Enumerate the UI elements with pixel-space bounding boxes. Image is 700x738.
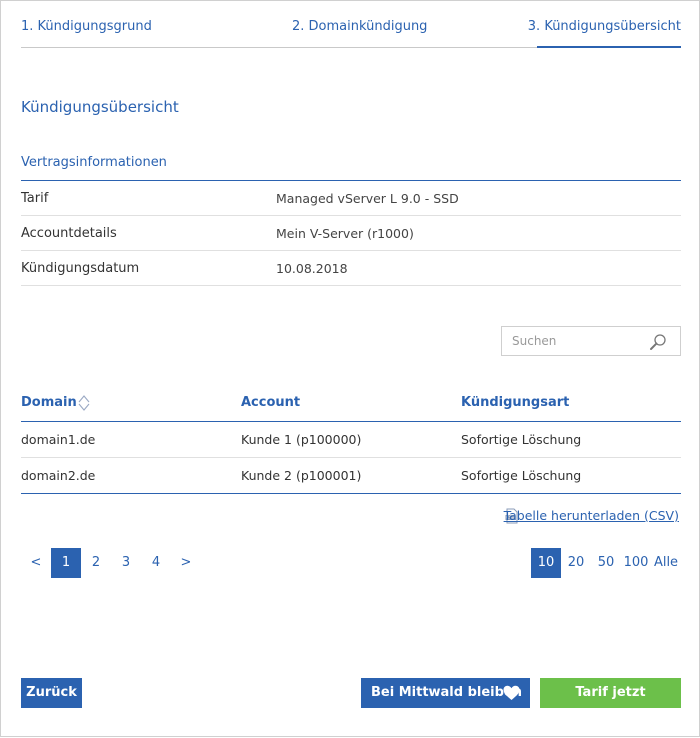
cancellation-panel: 1. Kündigungsgrund 2. Domainkündigung 3.…	[0, 0, 700, 737]
pagination-page-1[interactable]: 1	[51, 548, 81, 578]
contract-info-table: Tarif Managed vServer L 9.0 - SSD Accoun…	[21, 180, 681, 286]
pagination-next[interactable]: >	[171, 548, 201, 578]
info-label: Kündigungsdatum	[21, 261, 140, 276]
back-button[interactable]: Zurück	[21, 678, 82, 708]
info-row-kuendigungsdatum: Kündigungsdatum 10.08.2018	[21, 251, 681, 286]
cancel-tariff-button[interactable]: Tarif jetzt kündigen	[540, 678, 681, 730]
column-header-kuendigungsart[interactable]: Kündigungsart	[461, 395, 569, 410]
domains-table: Domain Account Kündigungsart domain1.de …	[21, 393, 681, 494]
cell-account: Kunde 2 (p100001)	[241, 468, 362, 483]
cell-account: Kunde 1 (p100000)	[241, 432, 362, 447]
step-domainkuendigung[interactable]: 2. Domainkündigung	[292, 19, 427, 34]
stay-button-label: Bei Mittwald bleiben	[371, 685, 523, 700]
cell-domain: domain1.de	[21, 432, 96, 447]
cell-domain: domain2.de	[21, 468, 96, 483]
pagination-prev[interactable]: <	[21, 548, 51, 578]
info-value: 10.08.2018	[276, 261, 348, 276]
page-size-10[interactable]: 10	[531, 548, 561, 578]
step-kuendigungsgrund[interactable]: 1. Kündigungsgrund	[21, 19, 152, 34]
column-header-account[interactable]: Account	[241, 395, 300, 410]
page-size-all[interactable]: Alle	[651, 548, 681, 578]
progress-steps: 1. Kündigungsgrund 2. Domainkündigung 3.…	[21, 1, 681, 48]
search-box	[501, 326, 681, 356]
active-step-indicator	[537, 46, 681, 48]
pagination-page-2[interactable]: 2	[81, 548, 111, 578]
info-label: Tarif	[21, 191, 49, 206]
heart-icon	[503, 685, 520, 700]
cell-kuendigungsart: Sofortige Löschung	[461, 432, 582, 447]
pagination-page-4[interactable]: 4	[141, 548, 171, 578]
page-size-100[interactable]: 100	[621, 548, 651, 578]
pagination-page-3[interactable]: 3	[111, 548, 141, 578]
contract-section-title: Vertragsinformationen	[21, 155, 167, 170]
search-input[interactable]	[502, 327, 642, 355]
column-header-domain[interactable]: Domain	[21, 395, 77, 410]
info-value: Managed vServer L 9.0 - SSD	[276, 191, 459, 206]
download-csv-link[interactable]: Tabelle herunterladen (CSV)	[504, 508, 679, 523]
info-value: Mein V-Server (r1000)	[276, 226, 414, 241]
page-title: Kündigungsübersicht	[21, 98, 179, 116]
info-row-accountdetails: Accountdetails Mein V-Server (r1000)	[21, 216, 681, 251]
table-row: domain1.de Kunde 1 (p100000) Sofortige L…	[21, 422, 681, 458]
info-label: Accountdetails	[21, 226, 117, 241]
search-icon[interactable]	[648, 332, 668, 352]
cell-kuendigungsart: Sofortige Löschung	[461, 468, 582, 483]
table-row: domain2.de Kunde 2 (p100001) Sofortige L…	[21, 458, 681, 494]
stay-button[interactable]: Bei Mittwald bleiben	[361, 678, 530, 708]
sort-icon[interactable]	[77, 394, 91, 412]
page-size-50[interactable]: 50	[591, 548, 621, 578]
page-size-20[interactable]: 20	[561, 548, 591, 578]
table-header: Domain Account Kündigungsart	[21, 393, 681, 422]
info-row-tarif: Tarif Managed vServer L 9.0 - SSD	[21, 181, 681, 216]
step-kuendigungsuebersicht[interactable]: 3. Kündigungsübersicht	[528, 19, 681, 34]
